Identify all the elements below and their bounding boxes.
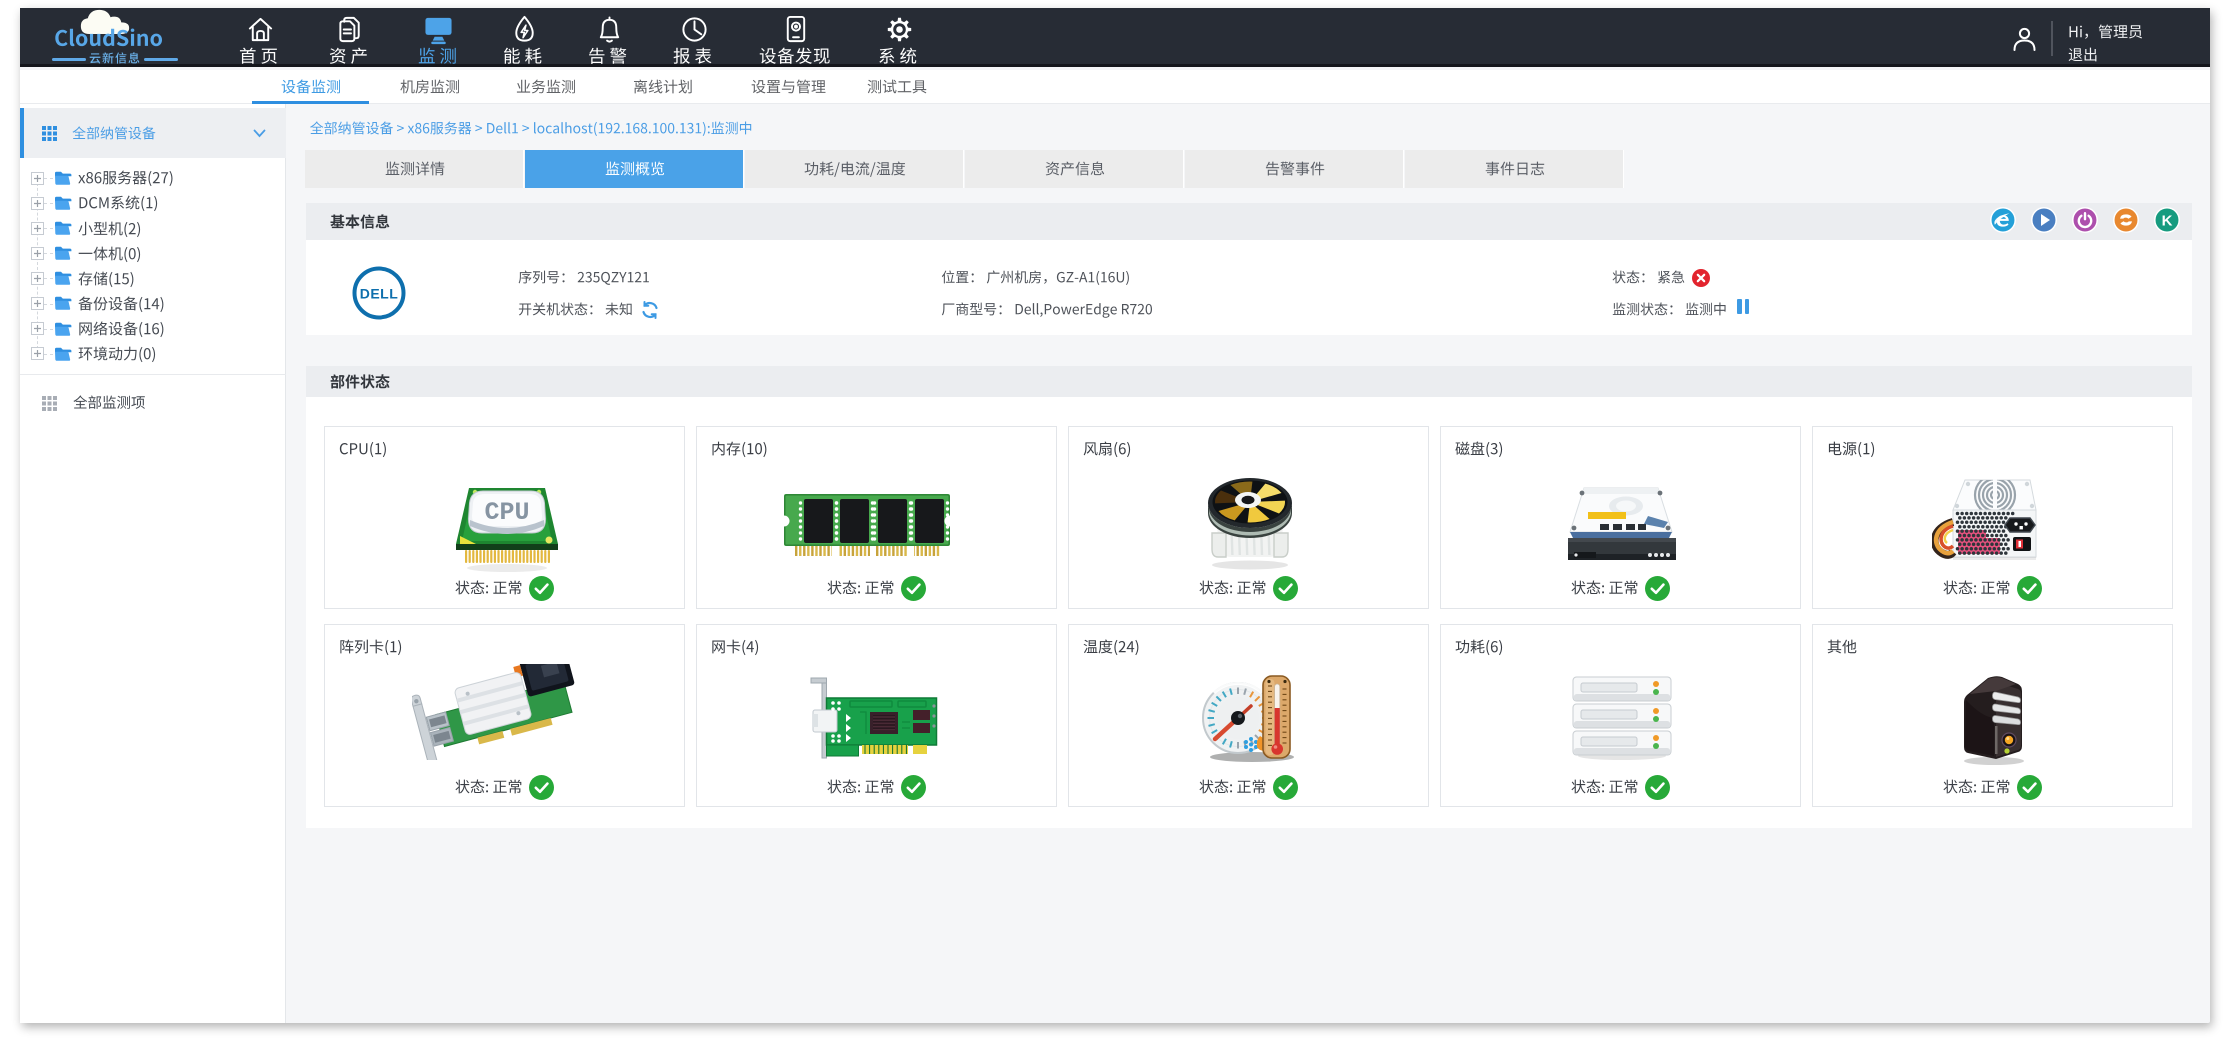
svg-text:K: K [2162,212,2173,229]
svg-text:CPU: CPU [484,498,529,527]
svg-text:DELL: DELL [360,286,399,302]
